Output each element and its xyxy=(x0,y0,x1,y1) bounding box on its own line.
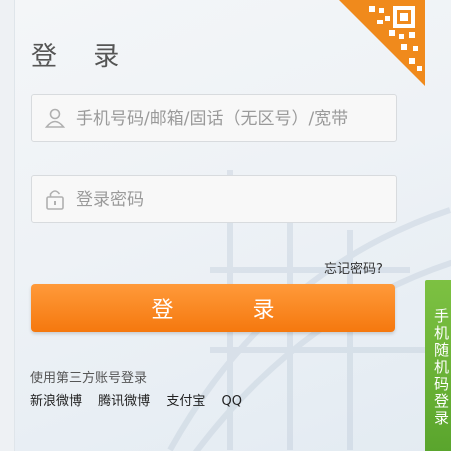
alipay-link[interactable]: 支付宝 xyxy=(166,394,205,409)
third-party-links: 新浪微博 腾讯微博 支付宝 QQ xyxy=(30,390,254,409)
page-title: 登 录 xyxy=(31,42,134,72)
panel-left-edge xyxy=(0,0,15,451)
tencent-weibo-link[interactable]: 腾讯微博 xyxy=(98,394,150,409)
qr-code-icon[interactable] xyxy=(339,0,425,86)
password-input[interactable] xyxy=(74,184,393,216)
qq-link[interactable]: QQ xyxy=(221,394,241,409)
username-field[interactable] xyxy=(31,94,397,142)
login-button[interactable]: 登 录 xyxy=(31,284,395,332)
sina-weibo-link[interactable]: 新浪微博 xyxy=(30,394,82,409)
forgot-password-link[interactable]: 忘记密码? xyxy=(324,258,383,277)
login-panel: 登 录 忘记密码? 登 录 使用第三方账号登录 新浪微博 腾讯微博 支付宝 QQ xyxy=(0,0,451,451)
third-party-login-label: 使用第三方账号登录 xyxy=(30,371,148,386)
username-input[interactable] xyxy=(74,103,393,135)
lock-icon xyxy=(46,190,64,210)
user-icon xyxy=(44,108,66,128)
password-field[interactable] xyxy=(31,175,397,223)
sms-code-login-tab[interactable]: 手机随机码登录 xyxy=(425,280,451,451)
